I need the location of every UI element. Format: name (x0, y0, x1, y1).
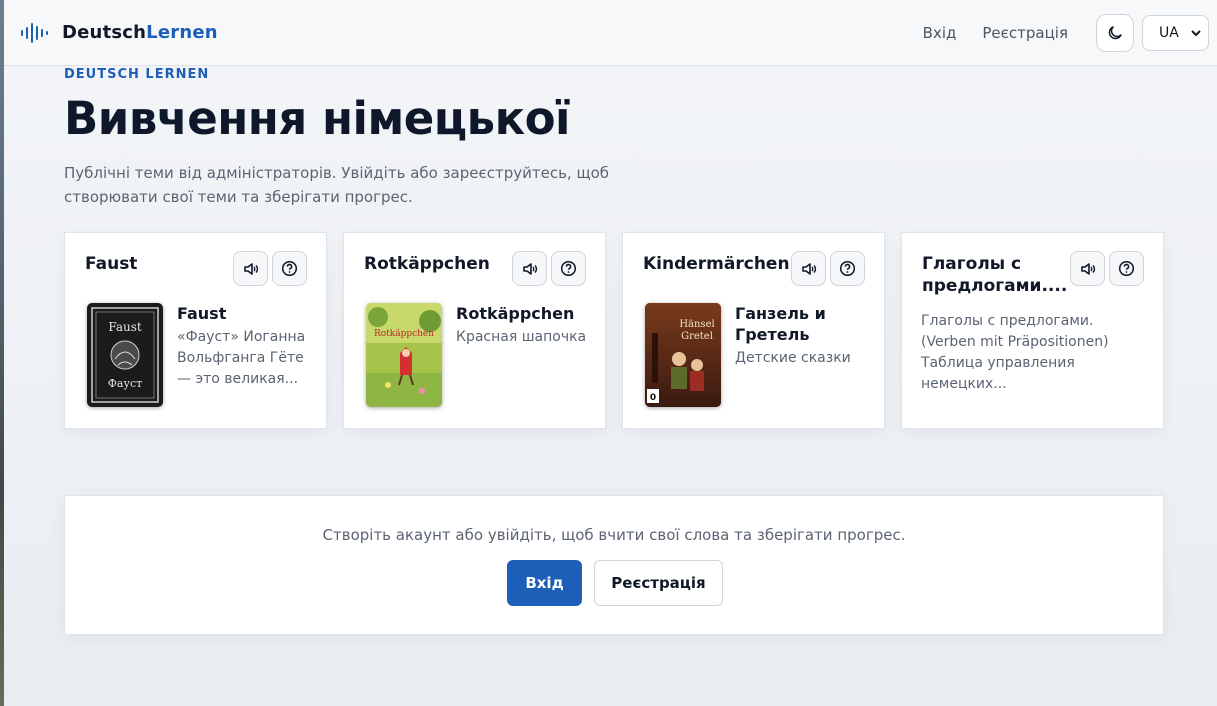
logo[interactable]: DeutschLernen (20, 22, 218, 44)
register-button[interactable]: Реєстрація (594, 560, 723, 606)
book-info: Ганзель и Гретель Детские сказки (735, 303, 868, 407)
logo-text: DeutschLernen (62, 22, 218, 43)
card-body: Hänsel Gretel 0 Ганзель и Гретель Детски… (645, 303, 868, 407)
quiz-button[interactable] (272, 251, 307, 286)
help-icon (839, 260, 856, 277)
topic-card-faust[interactable]: Faust Faust Фауст Faust «Фауст» Иоганна … (64, 232, 327, 429)
sound-wave-icon (21, 22, 48, 43)
header-nav: Вхід Реєстрація UA (897, 13, 1209, 52)
cover-rating: 0 (650, 393, 656, 403)
book-cover-hansel-gretel: Hänsel Gretel 0 (645, 303, 721, 407)
book-description: «Фауст» Иоганна Вольфганга Гёте — это ве… (177, 329, 306, 387)
speaker-icon (801, 262, 816, 275)
page-title: Вивчення німецької (64, 92, 570, 145)
card-title: Faust (85, 254, 138, 274)
cta-text: Створіть акаунт або увійдіть, щоб вчити … (322, 526, 906, 544)
topic-card-verben-mit-prapositionen[interactable]: Глаголы с предлогами.... Глаголы с предл… (901, 232, 1164, 429)
language-value: UA (1159, 24, 1179, 41)
card-title: Kindermärchen (643, 254, 790, 274)
card-actions (512, 251, 586, 286)
book-title: Faust (177, 304, 227, 323)
help-icon (281, 260, 298, 277)
language-select[interactable]: UA (1142, 14, 1209, 51)
topic-cards: Faust Faust Фауст Faust «Фауст» Иоганна … (64, 232, 1164, 429)
quiz-button[interactable] (551, 251, 586, 286)
quiz-button[interactable] (1109, 251, 1144, 286)
card-actions (791, 251, 865, 286)
card-actions (1070, 251, 1144, 286)
chevron-down-icon (1191, 29, 1201, 36)
book-title: Rotkäppchen (456, 304, 575, 323)
book-cover-faust: Faust Фауст (87, 303, 163, 407)
book-description: Детские сказки (735, 350, 851, 366)
book-info: Faust «Фауст» Иоганна Вольфганга Гёте — … (177, 303, 310, 407)
card-actions (233, 251, 307, 286)
card-title: Глаголы с предлогами.... (922, 254, 1068, 296)
card-title: Rotkäppchen (364, 254, 490, 274)
quiz-button[interactable] (830, 251, 865, 286)
speaker-icon (522, 262, 537, 275)
register-link[interactable]: Реєстрація (982, 24, 1068, 42)
cover-title-1: Hänsel (679, 319, 714, 330)
card-description: Глаголы с предлогами. (Verben mit Präpos… (921, 313, 1109, 392)
top-navbar: DeutschLernen Вхід Реєстрація UA (4, 0, 1217, 66)
cover-title-bottom: Фауст (108, 377, 142, 390)
theme-toggle-button[interactable] (1096, 13, 1134, 52)
topic-card-kindermarchen[interactable]: Kindermärchen Hänsel Gretel 0 Ганзель и … (622, 232, 885, 429)
book-description: Красная шапочка (456, 329, 587, 345)
book-cover-rotkappchen: Rotkäppchen (366, 303, 442, 407)
audio-button[interactable] (1070, 251, 1105, 286)
cover-title-top: Faust (108, 320, 142, 334)
cta-buttons: Вхід Реєстрація (507, 560, 723, 606)
audio-button[interactable] (791, 251, 826, 286)
window-edge-strip (0, 0, 4, 706)
eyebrow-label: DEUTSCH LERNEN (64, 67, 210, 82)
card-body: Rotkäppchen Rotkäppchen Красная шапочка (366, 303, 589, 407)
moon-icon (1108, 25, 1122, 39)
cover-title-2: Gretel (681, 331, 713, 342)
audio-button[interactable] (233, 251, 268, 286)
topic-card-rotkappchen[interactable]: Rotkäppchen Rotkäppchen Rotkäppchen Крас… (343, 232, 606, 429)
login-button[interactable]: Вхід (507, 560, 582, 606)
speaker-icon (243, 262, 258, 275)
signup-cta: Створіть акаунт або увійдіть, щоб вчити … (64, 495, 1164, 635)
card-body: Faust Фауст Faust «Фауст» Иоганна Вольфг… (87, 303, 310, 407)
page-subtitle: Публічні теми від адміністраторів. Увійд… (64, 164, 610, 206)
help-icon (1118, 260, 1135, 277)
login-link[interactable]: Вхід (923, 24, 957, 42)
audio-button[interactable] (512, 251, 547, 286)
help-icon (560, 260, 577, 277)
book-title: Ганзель и Гретель (735, 304, 826, 344)
book-info: Rotkäppchen Красная шапочка (456, 303, 589, 407)
cover-title: Rotkäppchen (374, 329, 434, 339)
speaker-icon (1080, 262, 1095, 275)
